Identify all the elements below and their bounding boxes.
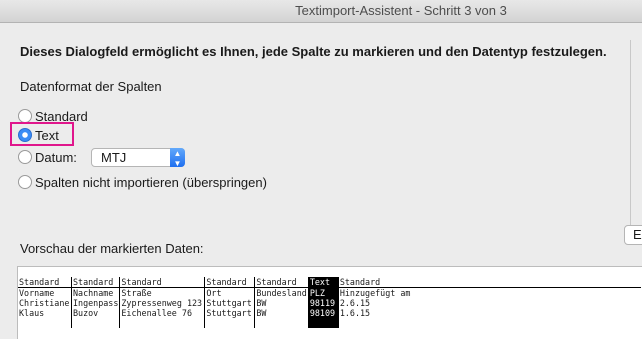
text-option-highlight xyxy=(10,122,74,146)
preview-area[interactable]: Standard Standard Standard Standard Stan… xyxy=(17,266,642,339)
data-cell[interactable]: Ort xyxy=(204,287,255,298)
radio-standard-indicator[interactable] xyxy=(18,109,32,123)
type-cell[interactable]: Standard xyxy=(119,277,205,288)
data-cell[interactable]: Ingenpass xyxy=(70,298,120,308)
type-cell[interactable]: Standard xyxy=(254,277,309,288)
data-cell[interactable]: Buzov xyxy=(70,308,120,318)
data-cell[interactable]: Stuttgart xyxy=(204,298,255,308)
type-cell[interactable]: Standard xyxy=(18,277,72,288)
updown-chevron-icon[interactable]: ▲ ▼ xyxy=(170,148,185,168)
data-cell[interactable]: 2.6.15 xyxy=(337,298,641,308)
intro-text: Dieses Dialogfeld ermöglicht es Ihnen, j… xyxy=(20,44,607,59)
data-cell-selected[interactable]: PLZ xyxy=(307,287,339,298)
window-title: Textimport-Assistent - Schritt 3 von 3 xyxy=(295,3,507,18)
advanced-button-label[interactable]: E xyxy=(633,227,642,242)
type-cell[interactable]: Standard xyxy=(70,277,120,288)
data-cell[interactable]: Stuttgart xyxy=(204,308,255,318)
table-row xyxy=(18,318,641,328)
advanced-button[interactable]: E xyxy=(624,225,642,245)
radio-datum[interactable]: Datum: xyxy=(18,148,77,166)
data-cell[interactable]: 1.6.15 xyxy=(337,308,641,318)
type-cell[interactable]: Standard xyxy=(204,277,255,288)
type-cell[interactable]: Standard xyxy=(337,277,641,288)
data-cell[interactable]: Klaus xyxy=(18,308,72,318)
table-row: Klaus Buzov Eichenallee 76 Stuttgart BW … xyxy=(18,308,641,318)
radio-skip-label[interactable]: Spalten nicht importieren (überspringen) xyxy=(35,175,267,190)
data-cell[interactable]: Straße xyxy=(119,287,205,298)
dialog-edge xyxy=(630,40,642,230)
radio-skip-indicator[interactable] xyxy=(18,175,32,189)
window-titlebar: Textimport-Assistent - Schritt 3 von 3 xyxy=(0,0,642,23)
data-cell[interactable]: Nachname xyxy=(70,287,120,298)
data-cell[interactable]: BW xyxy=(254,308,309,318)
type-cell-selected[interactable]: Text xyxy=(307,277,339,288)
preview-label: Vorschau der markierten Daten: xyxy=(20,241,204,256)
date-format-select[interactable]: MTJ ▲ ▼ xyxy=(91,148,185,168)
data-cell[interactable]: Zypressenweg 123 xyxy=(119,298,205,308)
table-row: Vorname Nachname Straße Ort Bundesland P… xyxy=(18,287,641,299)
table-row: Christiane Ingenpass Zypressenweg 123 St… xyxy=(18,298,641,308)
data-cell[interactable]: Hinzugefügt am xyxy=(337,287,641,298)
data-cell[interactable]: BW xyxy=(254,298,309,308)
format-section-label: Datenformat der Spalten xyxy=(20,79,162,94)
data-cell[interactable]: Bundesland xyxy=(254,287,309,298)
data-cell[interactable]: Eichenallee 76 xyxy=(119,308,205,318)
data-cell[interactable]: Christiane xyxy=(18,298,72,308)
data-cell[interactable]: Vorname xyxy=(18,288,72,299)
preview-type-row: Standard Standard Standard Standard Stan… xyxy=(18,277,641,288)
radio-datum-indicator[interactable] xyxy=(18,150,32,164)
radio-skip[interactable]: Spalten nicht importieren (überspringen) xyxy=(18,173,267,191)
radio-datum-label[interactable]: Datum: xyxy=(35,150,77,165)
preview-grid[interactable]: Standard Standard Standard Standard Stan… xyxy=(18,277,641,328)
date-format-value: MTJ xyxy=(101,150,127,165)
data-cell-selected[interactable]: 98109 xyxy=(307,308,339,318)
data-cell-selected[interactable]: 98119 xyxy=(307,298,339,308)
